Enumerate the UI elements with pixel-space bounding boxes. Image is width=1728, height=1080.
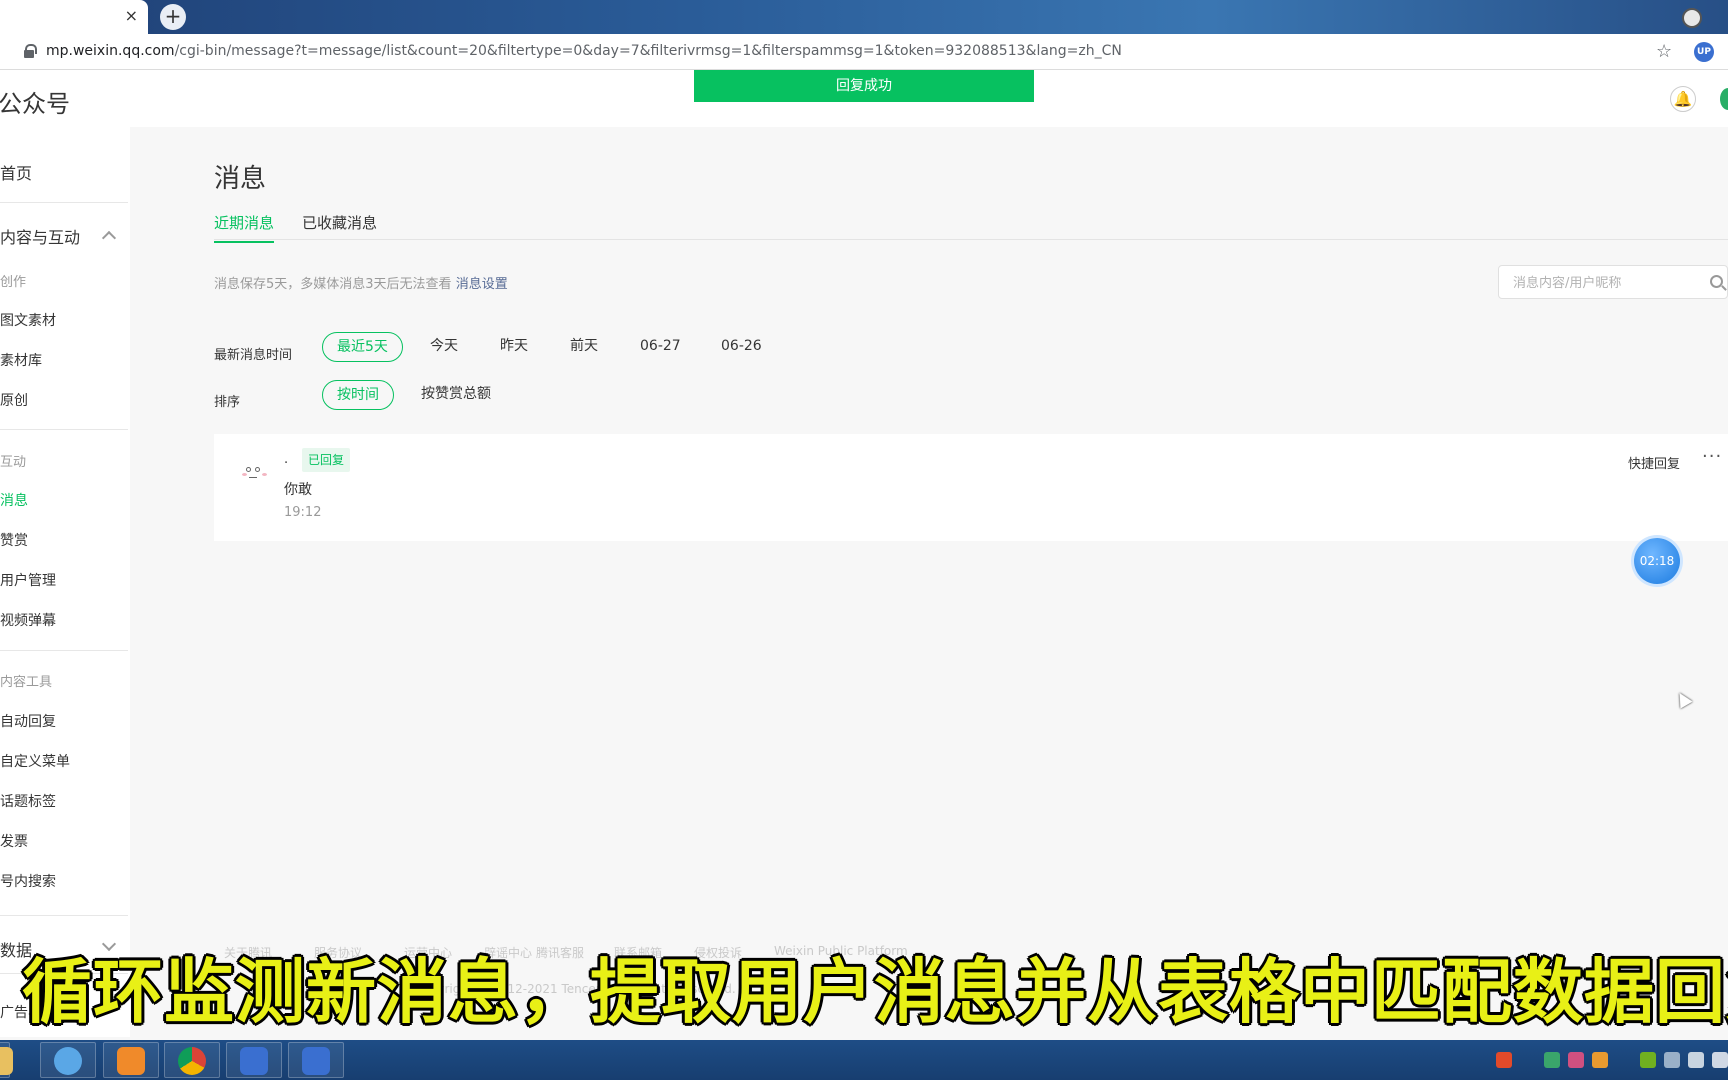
ie-app-icon[interactable] (40, 1042, 96, 1078)
sidebar-item-articles[interactable]: 图文素材 (0, 310, 56, 330)
sidebar-item-library[interactable]: 素材库 (0, 350, 42, 370)
tab-starred-messages[interactable]: 已收藏消息 (302, 212, 377, 233)
ime-tray-icon[interactable] (1496, 1052, 1512, 1068)
tab-recent-messages[interactable]: 近期消息 (214, 212, 275, 243)
sidebar-item-topic-tags[interactable]: 话题标签 (0, 791, 56, 811)
tray-icon[interactable] (1664, 1052, 1680, 1068)
profile-avatar[interactable]: UP (1694, 42, 1714, 62)
brand-title: 公众号 (0, 90, 70, 118)
page-header: 公众号 回复成功 🔔 (0, 70, 1728, 127)
chip-date-0627[interactable]: 06-27 (640, 332, 681, 362)
search-box[interactable] (1498, 265, 1728, 299)
sidebar-item-auto-reply[interactable]: 自动回复 (0, 711, 56, 731)
tray-icon[interactable] (1688, 1052, 1704, 1068)
sidebar-item-home[interactable]: 首页 (0, 160, 32, 184)
replied-badge: 已回复 (302, 448, 351, 472)
page-title: 消息 (214, 164, 267, 194)
tray-icon[interactable] (1592, 1052, 1608, 1068)
sidebar-item-original[interactable]: 原创 (0, 390, 28, 410)
quick-reply-button[interactable]: 快捷回复 (1628, 453, 1680, 472)
filter-label: 最新消息时间 (214, 348, 293, 363)
sidebar-category-interact: 互动 (0, 455, 27, 470)
address-bar[interactable]: mp.weixin.qq.com/cgi-bin/message?t=messa… (0, 34, 1728, 70)
chevron-up-icon[interactable] (101, 230, 117, 246)
message-card[interactable]: · 已回复 你敢 19:12 快捷回复 ··· (214, 434, 1728, 541)
bell-icon[interactable]: 🔔 (1670, 86, 1696, 112)
media-app-icon[interactable] (103, 1042, 159, 1078)
sidebar-item-danmaku[interactable]: 视频弹幕 (0, 610, 56, 630)
chip-today[interactable]: 今天 (430, 332, 458, 362)
sidebar-category-tools: 内容工具 (0, 675, 53, 690)
chip-yesterday[interactable]: 昨天 (500, 332, 528, 362)
lock-icon (24, 44, 37, 58)
search-input[interactable] (1513, 273, 1693, 293)
sidebar-item-in-app-search[interactable]: 号内搜索 (0, 871, 56, 891)
user-nickname[interactable]: · (284, 456, 288, 471)
video-subtitle: 循环监测新消息，提取用户消息并从表格中匹配数据回复 (22, 951, 1728, 1033)
chrome-app-icon[interactable] (164, 1042, 220, 1078)
message-settings-link[interactable]: 消息设置 (456, 277, 508, 292)
message-text: 你敢 (284, 482, 312, 498)
sidebar-item-custom-menu[interactable]: 自定义菜单 (0, 751, 70, 771)
url-path: /cgi-bin/message?t=message/list&count=20… (174, 43, 1122, 59)
retention-notice: 消息保存5天，多媒体消息3天后无法查看 消息设置 (214, 273, 508, 292)
sort-by-time[interactable]: 按时间 (322, 380, 394, 410)
recording-timer: 02:18 (1634, 538, 1680, 584)
sidebar-divider (0, 202, 128, 203)
chip-date-0626[interactable]: 06-26 (721, 332, 762, 362)
message-time: 19:12 (284, 505, 322, 520)
account-avatar[interactable] (1720, 88, 1728, 110)
sidebar-item-messages[interactable]: 消息 (0, 490, 28, 510)
sort-by-rewards[interactable]: 按赞赏总额 (421, 380, 491, 410)
sort-label: 排序 (214, 395, 241, 410)
windows-taskbar (0, 1040, 1728, 1080)
user-avatar[interactable] (238, 458, 270, 488)
sidebar-item-invoice[interactable]: 发票 (0, 831, 28, 851)
search-icon[interactable] (1710, 275, 1723, 288)
bookmark-star-icon[interactable]: ☆ (1656, 41, 1672, 62)
close-tab-icon[interactable]: × (125, 7, 138, 25)
url-host: mp.weixin.qq.com (46, 43, 175, 59)
tray-icon[interactable] (1568, 1052, 1584, 1068)
tray-icon[interactable] (1544, 1052, 1560, 1068)
volume-icon[interactable] (1712, 1052, 1728, 1068)
chip-last-5-days[interactable]: 最近5天 (322, 332, 403, 362)
browser-menu-icon[interactable] (1682, 8, 1702, 28)
mouse-cursor-icon (1673, 689, 1693, 709)
chip-day-before[interactable]: 前天 (570, 332, 598, 362)
new-tab-button[interactable]: + (160, 4, 186, 30)
tray-icon[interactable] (1640, 1052, 1656, 1068)
browser-tab-strip: × + (0, 0, 1728, 34)
message-tabs: 近期消息 已收藏消息 (214, 210, 1728, 243)
ub-app-icon[interactable] (226, 1042, 282, 1078)
url-text[interactable]: mp.weixin.qq.com/cgi-bin/message?t=messa… (46, 43, 1122, 59)
folder-app-icon[interactable] (0, 1042, 13, 1078)
sidebar-divider (0, 650, 128, 651)
sidebar-item-rewards[interactable]: 赞赏 (0, 530, 28, 550)
notice-text: 消息保存5天，多媒体消息3天后无法查看 (214, 277, 452, 292)
sidebar-item-users[interactable]: 用户管理 (0, 570, 56, 590)
sidebar: 首页 内容与互动 创作 图文素材 素材库 原创 互动 消息 赞赏 用户管理 视频… (0, 127, 130, 1037)
more-options-icon[interactable]: ··· (1702, 446, 1722, 467)
sidebar-divider (0, 429, 128, 430)
sidebar-group-content[interactable]: 内容与互动 (0, 224, 80, 248)
ub-app-icon[interactable] (288, 1042, 344, 1078)
browser-tab[interactable]: × (0, 0, 148, 34)
sidebar-category-create: 创作 (0, 275, 27, 290)
sidebar-divider (0, 915, 128, 916)
success-toast: 回复成功 (694, 70, 1034, 102)
